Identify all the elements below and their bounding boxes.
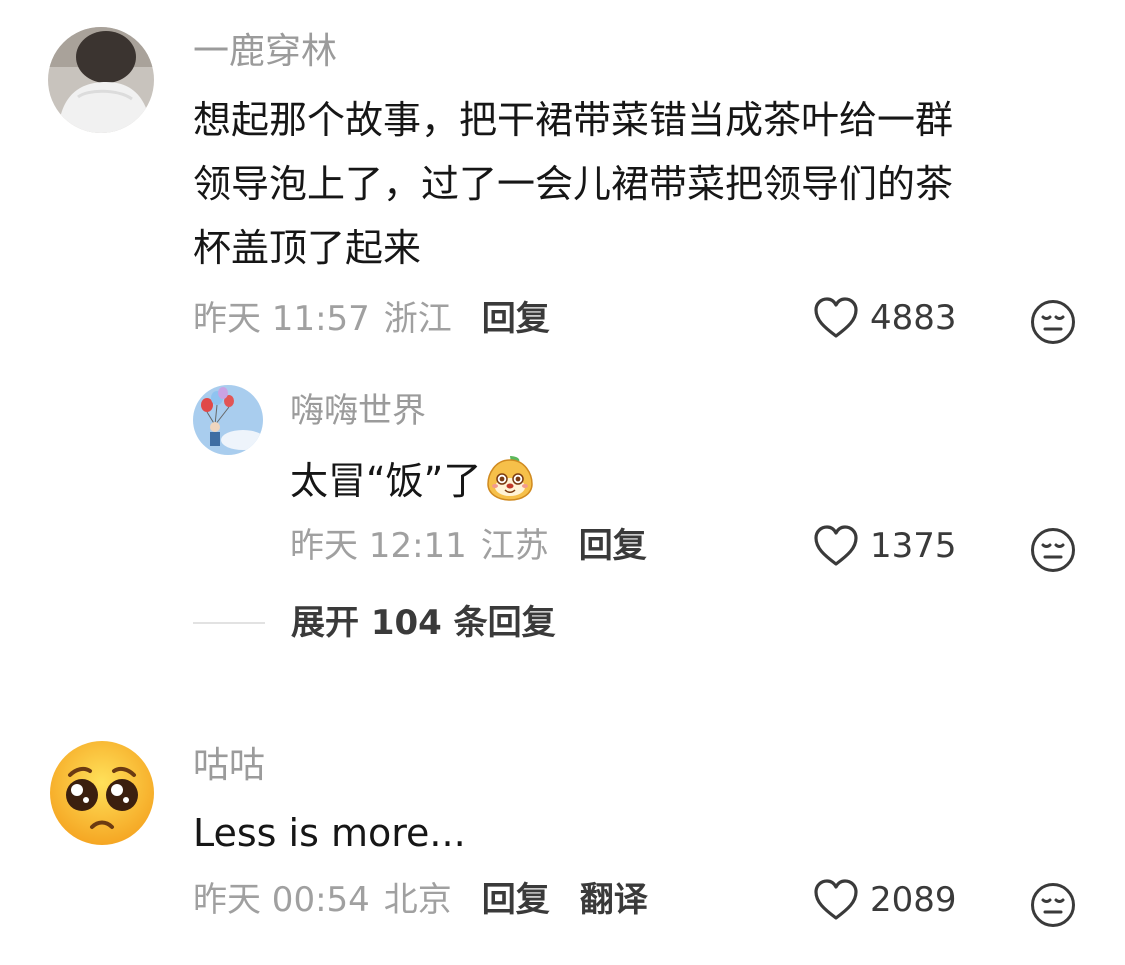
heart-outline-icon [814, 297, 858, 338]
neutral-face-outline-icon [1031, 883, 1075, 927]
comment-username[interactable]: 一鹿穿林 [193, 30, 337, 74]
like-count: 1375 [870, 526, 957, 566]
comment-content: Less is more... [193, 801, 466, 865]
reply-button[interactable]: 回复 [579, 524, 647, 568]
heart-outline-icon [814, 879, 858, 920]
comment-content-line: Less is more... [193, 811, 466, 855]
dislike-button[interactable] [1030, 527, 1076, 573]
reply-content-text: 太冒“饭”了 [290, 459, 482, 503]
reply-time: 昨天 12:11 [290, 526, 467, 566]
comment-content-line: 杯盖顶了起来 [193, 226, 422, 270]
neutral-face-outline-icon [1031, 300, 1075, 344]
avatar[interactable] [193, 385, 263, 455]
reply-meta: 昨天 12:11 江苏 回复 [290, 524, 647, 568]
comment-content: 想起那个故事，把干裙带菜错当成茶叶给一群 领导泡上了，过了一会儿裙带菜把领导们的… [193, 88, 1073, 280]
comment-location: 浙江 [383, 299, 452, 339]
comment-content-line: 领导泡上了，过了一会儿裙带菜把领导们的茶 [193, 162, 954, 206]
expand-replies-label: 展开 104 条回复 [291, 603, 556, 643]
like-button[interactable]: 1375 [812, 524, 957, 568]
divider [193, 622, 265, 624]
comment-meta: 昨天 11:57 浙江 回复 [193, 297, 550, 341]
translate-button[interactable]: 翻译 [580, 878, 648, 922]
reply-location: 江苏 [480, 526, 549, 566]
pleading-face-emoji-icon [50, 741, 154, 845]
like-count: 2089 [870, 880, 957, 920]
like-button[interactable]: 2089 [812, 878, 957, 922]
heart-outline-icon [814, 525, 858, 566]
comment-content-line: 想起那个故事，把干裙带菜错当成茶叶给一群 [193, 98, 954, 142]
reply-button[interactable]: 回复 [482, 297, 550, 341]
neutral-face-outline-icon [1031, 528, 1075, 572]
dislike-button[interactable] [1030, 882, 1076, 928]
reply-username[interactable]: 嗨嗨世界 [290, 389, 426, 433]
like-count: 4883 [870, 298, 957, 338]
avatar[interactable] [48, 27, 154, 133]
comment-location: 北京 [383, 880, 452, 920]
comment-time: 昨天 11:57 [193, 299, 370, 339]
reply-content: 太冒“饭”了 [290, 449, 535, 513]
avatar[interactable] [48, 739, 156, 847]
comment-meta: 昨天 00:54 北京 回复 翻译 [193, 878, 648, 922]
comment-time: 昨天 00:54 [193, 880, 370, 920]
like-button[interactable]: 4883 [812, 296, 957, 340]
expand-replies-button[interactable]: 展开 104 条回复 [193, 601, 556, 645]
reply-button[interactable]: 回复 [482, 878, 550, 922]
cartoon-mango-emoji-icon [487, 456, 534, 501]
photo-person-back-icon [48, 27, 154, 133]
comment-username[interactable]: 咕咕 [193, 744, 265, 788]
dislike-button[interactable] [1030, 299, 1076, 345]
photo-balloons-person-icon [193, 385, 263, 455]
